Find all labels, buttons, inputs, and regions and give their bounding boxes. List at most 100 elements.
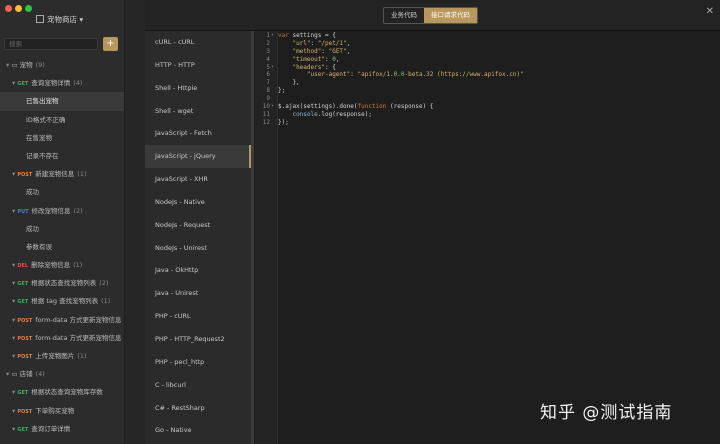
tree-item[interactable]: 记录不存在 [0,147,124,165]
language-option[interactable]: Go - Native [145,419,251,442]
tree-item-label: 查询宠物详情 [31,79,71,88]
project-name: 宠物商店 [47,15,77,24]
language-option[interactable]: Shell - wget [145,100,251,123]
close-icon[interactable]: ✕ [706,6,714,17]
tree-item[interactable]: ▾ POST 上传宠物图片 (1) [0,347,124,365]
code-line: 11 console.log(response); [255,111,720,119]
language-option[interactable]: PHP - HTTP_Request2 [145,328,251,351]
language-option[interactable]: PHP - pecl_http [145,351,251,374]
tree-item[interactable]: 成功 [0,220,124,238]
tree-item[interactable]: ▾ ▭ 宠物 (9) [0,56,124,74]
language-option[interactable]: PHP - cURL [145,305,251,328]
tree-item[interactable]: 已售出宠物 [0,92,124,111]
language-option[interactable]: Shell - Httpie [145,77,251,100]
language-option[interactable]: C# - RestSharp [145,397,251,420]
tree-item[interactable]: 在售宠物 [0,129,124,147]
language-option[interactable]: C - libcurl [145,374,251,397]
language-option[interactable]: NodeJs - Request [145,214,251,237]
code-modal: 业务代码 接口请求代码 ✕ cURL - cURL HTTP - HTTP Shel… [145,0,720,444]
line-number: 12 [262,118,270,126]
tab-business-code[interactable]: 业务代码 [384,8,424,23]
method-badge: PUT [17,208,29,215]
tree-item[interactable]: ▾ POST form-data 方式更新宠物信息 [0,311,124,329]
language-option[interactable]: HTTP - HTTP [145,54,251,77]
fold-icon[interactable]: ▾ [271,103,274,111]
method-badge: POST [17,354,33,360]
close-window-button[interactable] [5,5,12,12]
code-text: }; [278,87,286,95]
tree-item[interactable]: ▾ GET 查询宠物详情 (4) [0,74,124,92]
tree-item-count: (2) [99,279,109,288]
language-option[interactable]: Java - Unirest [145,282,251,305]
line-number: 3 [266,47,270,55]
language-option[interactable]: NodeJs - Unirest [145,237,251,260]
method-badge: GET [17,426,29,433]
tree-item[interactable]: 参数有误 [0,238,124,256]
search-input[interactable]: 搜索 [4,38,98,50]
tree-item-label: 上传宠物图片 [35,352,75,360]
tree-item-count: (4) [35,370,45,379]
code-text: "url": "/pet/1", [292,39,351,47]
tree-item[interactable]: ▾ GET 根据状态查找宠物列表 (2) [0,274,124,292]
tree-item[interactable]: ▾ GET 查询订单详情 [0,420,124,438]
code-line: 8}; [255,87,720,95]
code-text: }, [278,79,300,87]
code-line: 7 }, [255,79,720,87]
tree-item-label: 删除宠物信息 [31,261,71,270]
minimize-window-button[interactable] [15,5,22,12]
line-number: 7 [266,79,270,87]
language-option[interactable]: Java - OkHttp [145,259,251,282]
tree-item[interactable]: ▾ GET 根据状态查询宠物库存数 [0,383,124,401]
tab-request-code[interactable]: 接口请求代码 [424,8,477,23]
tree-item-label: form-data 方式更新宠物信息 [35,315,122,324]
fold-icon[interactable]: ▾ [271,64,274,72]
tree-item[interactable]: ▾ GET 根据 tag 查找宠物列表 (1) [0,292,124,310]
folder-icon: ▭ [11,61,20,69]
tree-item-count: (2) [73,206,83,215]
add-button[interactable]: + [103,37,118,51]
tree-item-label: 查询订单详情 [31,424,71,433]
tree-item[interactable]: ▾ POST form-data 方式更新宠物信息 [0,329,124,347]
code-line: 4 "timeout": 0, [255,56,720,64]
project-selector[interactable]: 宠物商店 ▾ [36,14,83,25]
code-line: 9 [255,95,720,103]
sidebar: 宠物商店 ▾ 搜索 + ▾ ▭ 宠物 (9) ▾ GET 查询宠物详情 (4) 已售出宠物… [0,0,125,444]
method-badge: POST [17,317,33,324]
language-list-scrollbar[interactable] [251,31,254,444]
tree-item-label: 在售宠物 [26,133,52,142]
line-number: 6 [266,71,270,79]
method-badge: DEL [17,263,29,270]
code-editor[interactable]: 1 ▾ var settings = {2 "url": "/pet/1", 3 "m… [255,31,720,444]
code-line: 3 "method": "GET", [255,48,720,56]
tree-item-label: form-data 方式更新宠物信息 [35,333,122,342]
line-number: 4 [266,55,270,63]
language-option[interactable]: JavaScript - Fetch [145,122,251,145]
code-line: 6 "user-agent": "apifox/1.0.0-beta.32 (h… [255,71,720,79]
tree-item[interactable]: 成功 [0,183,124,201]
tree-item-count: (1) [73,261,83,270]
tree-item-count: (1) [101,297,111,306]
language-option[interactable]: JavaScript - jQuery [145,145,251,169]
fold-icon[interactable]: ▾ [271,32,274,40]
background-panel [125,0,145,444]
tree-item-label: 根据状态查询宠物库存数 [31,388,103,397]
tree-item-label: 参数有误 [26,242,52,251]
language-option[interactable]: NodeJs - Native [145,191,251,214]
tree-item[interactable]: ▾ DEL 删除宠物信息 (1) [0,256,124,274]
tree-item[interactable]: ▾ POST 新建宠物信息 (1) [0,165,124,183]
language-option[interactable]: JavaScript - XHR [145,168,251,191]
tree-item[interactable]: ID格式不正确 [0,111,124,129]
tree-item[interactable]: ▾ POST 下单购买宠物 [0,402,124,420]
tree-item-label: 店铺 [19,370,33,379]
maximize-window-button[interactable] [25,5,32,12]
tree-item[interactable]: ▾ PUT 修改宠物信息 (2) [0,202,124,220]
tree-item[interactable]: ▾ ▭ 店铺 (4) [0,365,124,383]
code-text: "timeout": 0, [292,55,340,63]
code-line: 12}); [255,119,720,127]
line-number: 10 [262,103,270,111]
code-line: 10 ▾ $.ajax(settings).done(function (respo… [255,103,720,111]
tree-item-count: (1) [77,170,87,179]
code-text: "method": "GET", [292,47,351,55]
method-badge: POST [17,172,33,179]
language-option[interactable]: cURL - cURL [145,31,251,54]
